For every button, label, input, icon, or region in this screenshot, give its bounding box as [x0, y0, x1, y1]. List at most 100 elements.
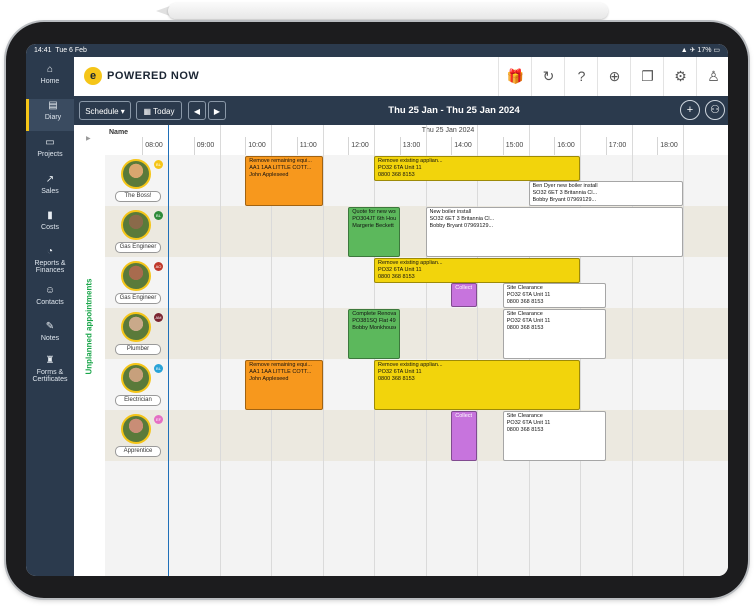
staff-member[interactable]: AM Plumber — [105, 308, 168, 359]
appointment-block[interactable]: Remove existing applian... PO32 6TA Unit … — [374, 258, 580, 283]
appointment-block[interactable]: Remove existing applian... PO32 6TA Unit … — [374, 156, 580, 181]
settings-icon[interactable]: ⚙ — [663, 57, 697, 96]
appointment-detail: PO32 6TA Unit 11 — [506, 318, 551, 324]
nav-item-projects[interactable]: ▭ Projects — [26, 136, 74, 166]
role-label: Apprentice — [115, 446, 161, 457]
appointment-detail: SO32 6ET 3 Britannia Cl... — [429, 216, 495, 222]
initials-badge: BL — [154, 160, 163, 169]
calendar-icon: ▦ — [143, 107, 152, 116]
prev-button[interactable]: ◀ — [188, 101, 206, 120]
next-button[interactable]: ▶ — [208, 101, 226, 120]
home-icon: ⌂ — [46, 64, 54, 75]
hours-header: 08:00 09:00 10:00 11:00 12:00 13:00 14:00 15:00… — [142, 137, 728, 156]
chat-icon[interactable]: ❐ — [630, 57, 664, 96]
status-right: ▲ ✈ 17% ▭ — [680, 47, 720, 54]
staff-member[interactable]: BL Gas Engineer — [105, 206, 168, 257]
status-time: 14:41 Tue 6 Feb — [34, 47, 87, 54]
appointment-block[interactable]: Collect s... — [451, 411, 477, 461]
initials-badge: EF — [154, 415, 163, 424]
appointment-detail: PO381SQ Flat 49 — [352, 318, 396, 324]
hour-gridline — [219, 125, 221, 576]
user-icon[interactable]: ♙ — [696, 57, 728, 96]
avatar — [121, 210, 151, 240]
appointment-title: Site Clearance — [506, 285, 543, 291]
status-bar: 14:41 Tue 6 Feb ▲ ✈ 17% ▭ — [26, 44, 728, 57]
today-button[interactable]: ▦ Today — [136, 101, 182, 120]
add-appointment-button[interactable]: + — [680, 100, 700, 120]
app-screen: 14:41 Tue 6 Feb ▲ ✈ 17% ▭ ⌂ Home ▤ Diary ▭ Pr… — [26, 44, 728, 576]
appointment-detail: Bobby Bryant 07969129... — [429, 223, 494, 229]
appointment-detail: SO32 6ET 3 Britannia Cl... — [532, 190, 598, 196]
team-button[interactable]: ⚇ — [705, 100, 725, 120]
nav-item-label: Sales — [41, 188, 59, 195]
current-time-line — [168, 125, 169, 576]
appointment-title: New boiler install — [429, 209, 472, 215]
nav-item-label: Projects — [37, 151, 63, 158]
appointment-detail: John Appleseed — [249, 172, 289, 178]
appointment-detail: PO304JT 6th House — [352, 216, 396, 222]
role-label: The Boss! — [115, 191, 161, 202]
role-label: Gas Engineer — [115, 293, 161, 304]
avatar — [121, 414, 151, 444]
appointment-title: Remove remaining equi... — [249, 158, 312, 164]
hour-gridline — [425, 125, 427, 576]
nav-item-diary[interactable]: ▤ Diary — [26, 99, 77, 131]
nav-item-contacts[interactable]: ☺ Contacts — [26, 284, 74, 314]
appointment-block[interactable]: Ben Dyer new boiler install SO32 6ET 3 Br… — [528, 181, 683, 206]
appointment-title: Quote for new work — [352, 209, 396, 215]
appointment-block[interactable]: Remove remaining equi... AA1 1AA LITTLE C… — [245, 156, 323, 206]
avatar — [121, 363, 151, 393]
nav-item-home[interactable]: ⌂ Home — [26, 63, 74, 93]
nav-item-notes[interactable]: ✎ Notes — [26, 320, 74, 350]
diary-icon: ▤ — [48, 100, 58, 111]
notes-icon: ✎ — [45, 321, 55, 332]
nav-item-reports-finances[interactable]: ◔ Reports & Finances — [26, 245, 74, 275]
unplanned-panel[interactable]: ▶ Unplanned appointments — [74, 125, 106, 576]
role-label: Gas Engineer — [115, 242, 161, 253]
appointment-title: Remove existing applian... — [378, 362, 443, 368]
nav-item-costs[interactable]: ▮ Costs — [26, 209, 74, 239]
brand-name: POWERED NOW — [107, 70, 200, 82]
nav-item-forms-certificates[interactable]: ♜ Forms & Certificates — [26, 354, 74, 384]
appointment-block[interactable]: Remove existing applian... PO32 6TA Unit … — [374, 360, 580, 410]
appointment-block[interactable]: Remove remaining equi... AA1 1AA LITTLE C… — [245, 360, 323, 410]
appointment-detail: 0800 368 8153 — [378, 274, 415, 280]
appointment-title: Site Clearance — [506, 311, 543, 317]
projects-icon: ▭ — [45, 137, 55, 148]
avatar — [121, 312, 151, 342]
staff-row[interactable]: AM Plumber — [105, 308, 728, 359]
appointment-block[interactable]: Complete RenovationPO381SQ Flat 49Bobby … — [348, 309, 400, 359]
costs-icon: ▮ — [47, 210, 53, 221]
staff-member[interactable]: BL Electrician — [105, 359, 168, 410]
nav-item-label: Forms & Certificates — [32, 369, 68, 383]
appointment-block[interactable]: Collect s... — [451, 283, 477, 307]
appointment-detail: 0800 368 8153 — [506, 325, 544, 331]
staff-member[interactable]: EF Apprentice — [105, 410, 168, 461]
appointment-detail: Bobby Bryant 07969129... — [532, 197, 597, 203]
appointment-detail: Margerie Beckett — [352, 223, 394, 229]
appointment-block[interactable]: Quote for new workPO304JT 6th HouseMarge… — [348, 207, 400, 257]
appointment-block[interactable]: New boiler install SO32 6ET 3 Britannia C… — [425, 207, 683, 257]
appointment-detail: John Appleseed — [249, 376, 289, 382]
initials-badge: BL — [154, 364, 163, 373]
globe-icon[interactable]: ⊕ — [597, 57, 631, 96]
staff-row[interactable]: EF Apprentice — [105, 410, 728, 461]
expand-arrow-icon[interactable]: ▶ — [86, 135, 91, 142]
appointment-detail: AA1 1AA LITTLE COTT... — [249, 369, 312, 375]
appointment-block[interactable]: Site Clearance PO32 6TA Unit 11 0800 368 8… — [502, 411, 606, 461]
appointment-detail: 0800 368 8153 — [506, 299, 544, 305]
staff-member[interactable]: AO Gas Engineer — [105, 257, 168, 308]
appointment-block[interactable]: Site Clearance PO32 6TA Unit 11 0800 368 8… — [502, 309, 606, 359]
view-select[interactable]: Schedule ▾ — [79, 101, 131, 120]
avatar — [121, 159, 151, 189]
appointment-block[interactable]: Site Clearance PO32 6TA Unit 11 0800 368 8… — [502, 283, 606, 308]
sidebar: ⌂ Home ▤ Diary ▭ Projects ↗ Sales ▮ Costs ◔ Reports… — [26, 57, 77, 576]
battery-level: 17% — [697, 47, 712, 54]
staff-member[interactable]: BL The Boss! — [105, 155, 168, 206]
appointment-detail: 0800 368 8153 — [506, 427, 544, 433]
help-icon[interactable]: ? — [564, 57, 598, 96]
refresh-icon[interactable]: ↻ — [531, 57, 565, 96]
nav-item-sales[interactable]: ↗ Sales — [26, 173, 74, 203]
gift-icon[interactable]: 🎁 — [498, 57, 532, 96]
appointment-detail: PO32 6TA Unit 11 — [506, 420, 551, 426]
